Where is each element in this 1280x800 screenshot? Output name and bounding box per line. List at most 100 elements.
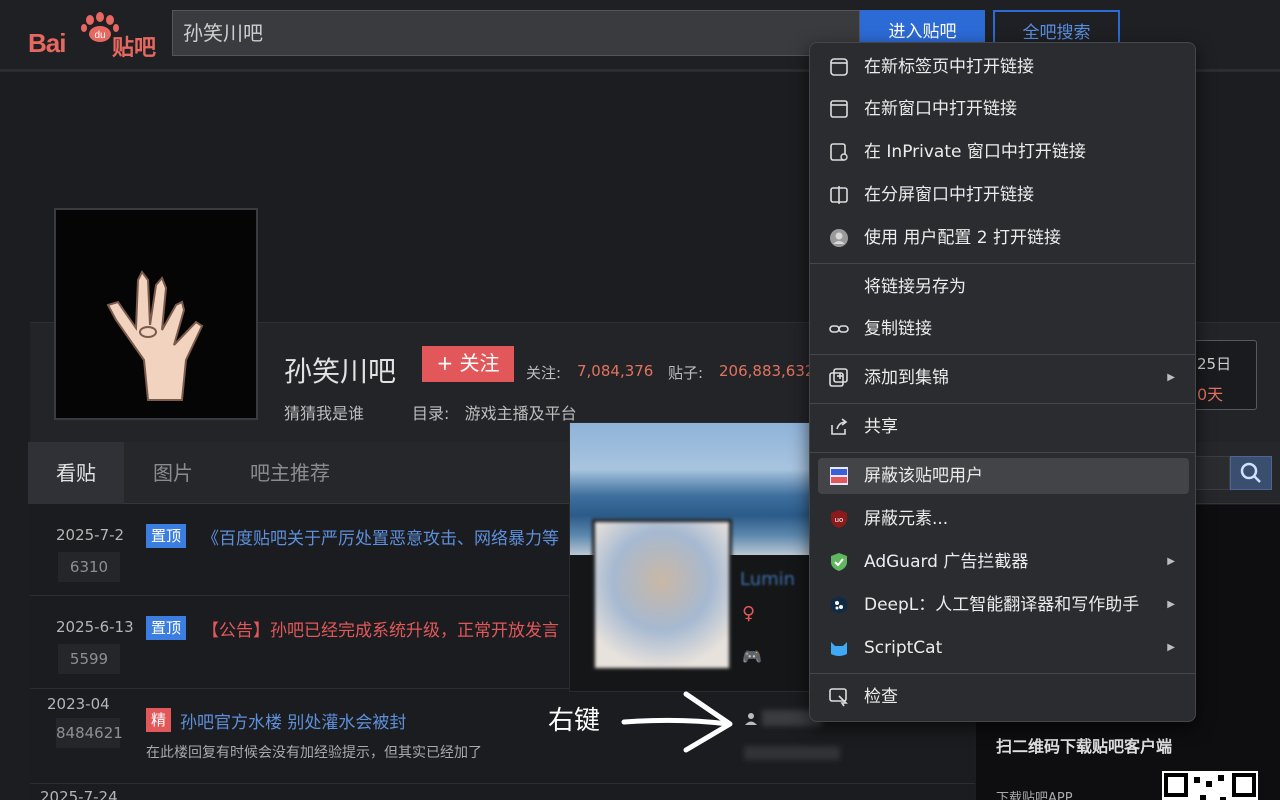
submenu-arrow-icon: ▶ — [1167, 599, 1175, 610]
catalog-link[interactable]: 游戏主播及平台 — [465, 404, 577, 423]
sign-days: 0天 — [1197, 385, 1224, 404]
menu-item-share[interactable]: 共享 — [818, 409, 1189, 445]
tab-images[interactable]: 图片 — [153, 442, 193, 504]
search-input[interactable]: 孙笑川吧 — [172, 10, 860, 56]
user-avatar-blurred[interactable] — [592, 519, 732, 671]
search-icon — [1240, 462, 1261, 483]
followers-label: 关注: — [526, 364, 562, 382]
user-name[interactable]: Lumin — [740, 569, 795, 590]
thread-date: 2025-6-13 — [56, 618, 134, 636]
gamepad-icon: 🎮 — [742, 647, 762, 666]
submenu-arrow-icon: ▶ — [1167, 372, 1175, 383]
menu-item-label: AdGuard 广告拦截器 — [864, 552, 1029, 572]
inspect-icon — [829, 688, 848, 707]
menu-item-label: 在 InPrivate 窗口中打开链接 — [864, 142, 1086, 162]
last-reply-blurred — [744, 746, 840, 760]
menu-item-label: 检查 — [864, 687, 898, 707]
menu-item-block-tieba-user[interactable]: 屏蔽该贴吧用户 — [818, 458, 1189, 494]
share-icon — [831, 418, 848, 435]
menu-item-open-inprivate[interactable]: 在 InPrivate 窗口中打开链接 — [818, 134, 1189, 170]
context-menu: 在新标签页中打开链接 在新窗口中打开链接 在 InPrivate 窗口中打开链接… — [809, 42, 1196, 722]
qr-subtitle[interactable]: 下载贴吧APP — [996, 787, 1073, 800]
new-window-icon — [830, 100, 848, 118]
hand-gesture-image — [56, 210, 256, 418]
menu-item-open-split-screen[interactable]: 在分屏窗口中打开链接 — [818, 177, 1189, 213]
menu-item-label: DeepL：人工智能翻译器和写作助手 — [864, 595, 1140, 615]
menu-item-label: ScriptCat — [864, 638, 943, 658]
forum-catalog: 目录: 游戏主播及平台 — [412, 400, 577, 424]
menu-item-open-new-tab[interactable]: 在新标签页中打开链接 — [818, 49, 1189, 85]
forum-slogan: 猜猜我是谁 — [284, 404, 365, 423]
link-icon — [829, 325, 849, 333]
menu-item-save-link-as[interactable]: 将链接另存为 — [818, 269, 1189, 305]
menu-item-deepl[interactable]: DeepL：人工智能翻译器和写作助手 ▶ — [818, 587, 1189, 623]
menu-separator — [810, 354, 1195, 355]
scriptcat-icon — [831, 642, 847, 656]
featured-badge: 精 — [146, 708, 172, 732]
female-icon: ♀ — [742, 603, 756, 624]
collections-icon — [829, 368, 848, 387]
arrow-annotation-icon — [621, 691, 733, 753]
tab-recommend[interactable]: 吧主推荐 — [250, 442, 330, 504]
qr-title: 扫二维码下载贴吧客户端 — [996, 737, 1173, 756]
menu-item-label: 在新窗口中打开链接 — [864, 99, 1017, 119]
baidu-tieba-logo[interactable]: du Bai 贴吧 — [28, 12, 163, 60]
thread-excerpt: 在此楼回复有时候会没有加经验提示，但其实已经加了 — [146, 745, 482, 761]
menu-item-block-element[interactable]: uo 屏蔽元素... — [818, 501, 1189, 537]
menu-item-open-new-window[interactable]: 在新窗口中打开链接 — [818, 91, 1189, 127]
menu-item-adguard[interactable]: AdGuard 广告拦截器 ▶ — [818, 544, 1189, 580]
menu-item-inspect[interactable]: 检查 — [818, 679, 1189, 715]
forum-name[interactable]: 孙笑川吧 — [284, 350, 396, 390]
menu-item-label: 屏蔽该贴吧用户 — [864, 466, 983, 486]
thread-title[interactable]: 《百度贴吧关于严厉处置恶意攻击、网络暴力等 — [202, 524, 559, 549]
thread-date: 2023-04 — [47, 695, 110, 713]
menu-item-label: 屏蔽元素... — [864, 509, 949, 529]
menu-item-label: 将链接另存为 — [864, 277, 966, 297]
tieba-block-icon — [830, 467, 848, 485]
ublock-icon: uo — [831, 510, 847, 528]
pinned-badge: 置顶 — [146, 616, 187, 640]
pinned-badge: 置顶 — [146, 524, 187, 548]
split-screen-icon — [830, 186, 848, 204]
menu-item-label: 使用 用户配置 2 打开链接 — [864, 228, 1062, 248]
thread-title[interactable]: 【公告】孙吧已经完成系统升级，正常开放发言 — [202, 616, 559, 641]
followers-count: 7,084,376 — [577, 362, 654, 380]
user-hover-card[interactable]: Lumin ♀ 🎮 — [569, 422, 811, 692]
adguard-icon — [831, 553, 847, 571]
reply-count: 5599 — [58, 644, 120, 674]
reply-count: 8484621 — [56, 718, 123, 748]
follow-button[interactable]: + 关注 — [422, 346, 514, 382]
inprivate-icon — [830, 143, 848, 161]
menu-item-label: 添加到集锦 — [864, 368, 949, 388]
logo-text: Bai — [28, 28, 66, 58]
menu-separator — [810, 452, 1195, 453]
menu-item-scriptcat[interactable]: ScriptCat ▶ — [818, 630, 1189, 666]
menu-item-open-with-profile[interactable]: 使用 用户配置 2 打开链接 — [818, 220, 1189, 256]
tab-posts[interactable]: 看贴 — [28, 442, 124, 504]
posts-label: 贴子: — [668, 364, 704, 382]
menu-item-label: 复制链接 — [864, 319, 932, 339]
svg-text:uo: uo — [835, 516, 844, 524]
menu-item-label: 在新标签页中打开链接 — [864, 57, 1034, 77]
submenu-arrow-icon: ▶ — [1167, 556, 1175, 567]
submenu-arrow-icon: ▶ — [1167, 642, 1175, 653]
posts-count: 206,883,632 — [719, 362, 815, 380]
menu-item-add-to-collections[interactable]: 添加到集锦 ▶ — [818, 360, 1189, 396]
logo-tieba: 贴吧 — [112, 35, 157, 60]
menu-separator — [810, 403, 1195, 404]
menu-separator — [810, 673, 1195, 674]
inner-search-input[interactable] — [1190, 456, 1230, 490]
logo-du: du — [94, 30, 105, 41]
inner-search-button[interactable] — [1230, 456, 1272, 490]
sign-date: 25日 — [1197, 355, 1232, 373]
forum-avatar[interactable] — [54, 208, 258, 420]
menu-separator — [810, 263, 1195, 264]
thread-date: 2025-7-2 — [56, 526, 125, 544]
profile-icon — [830, 229, 848, 247]
divider — [30, 783, 975, 784]
thread-date: 2025-7-24 — [40, 788, 118, 800]
new-tab-icon — [830, 58, 848, 76]
thread-title[interactable]: 孙吧官方水楼 别处灌水会被封 — [180, 708, 406, 733]
menu-item-copy-link[interactable]: 复制链接 — [818, 311, 1189, 347]
annotation-right-click: 右键 — [548, 706, 601, 736]
